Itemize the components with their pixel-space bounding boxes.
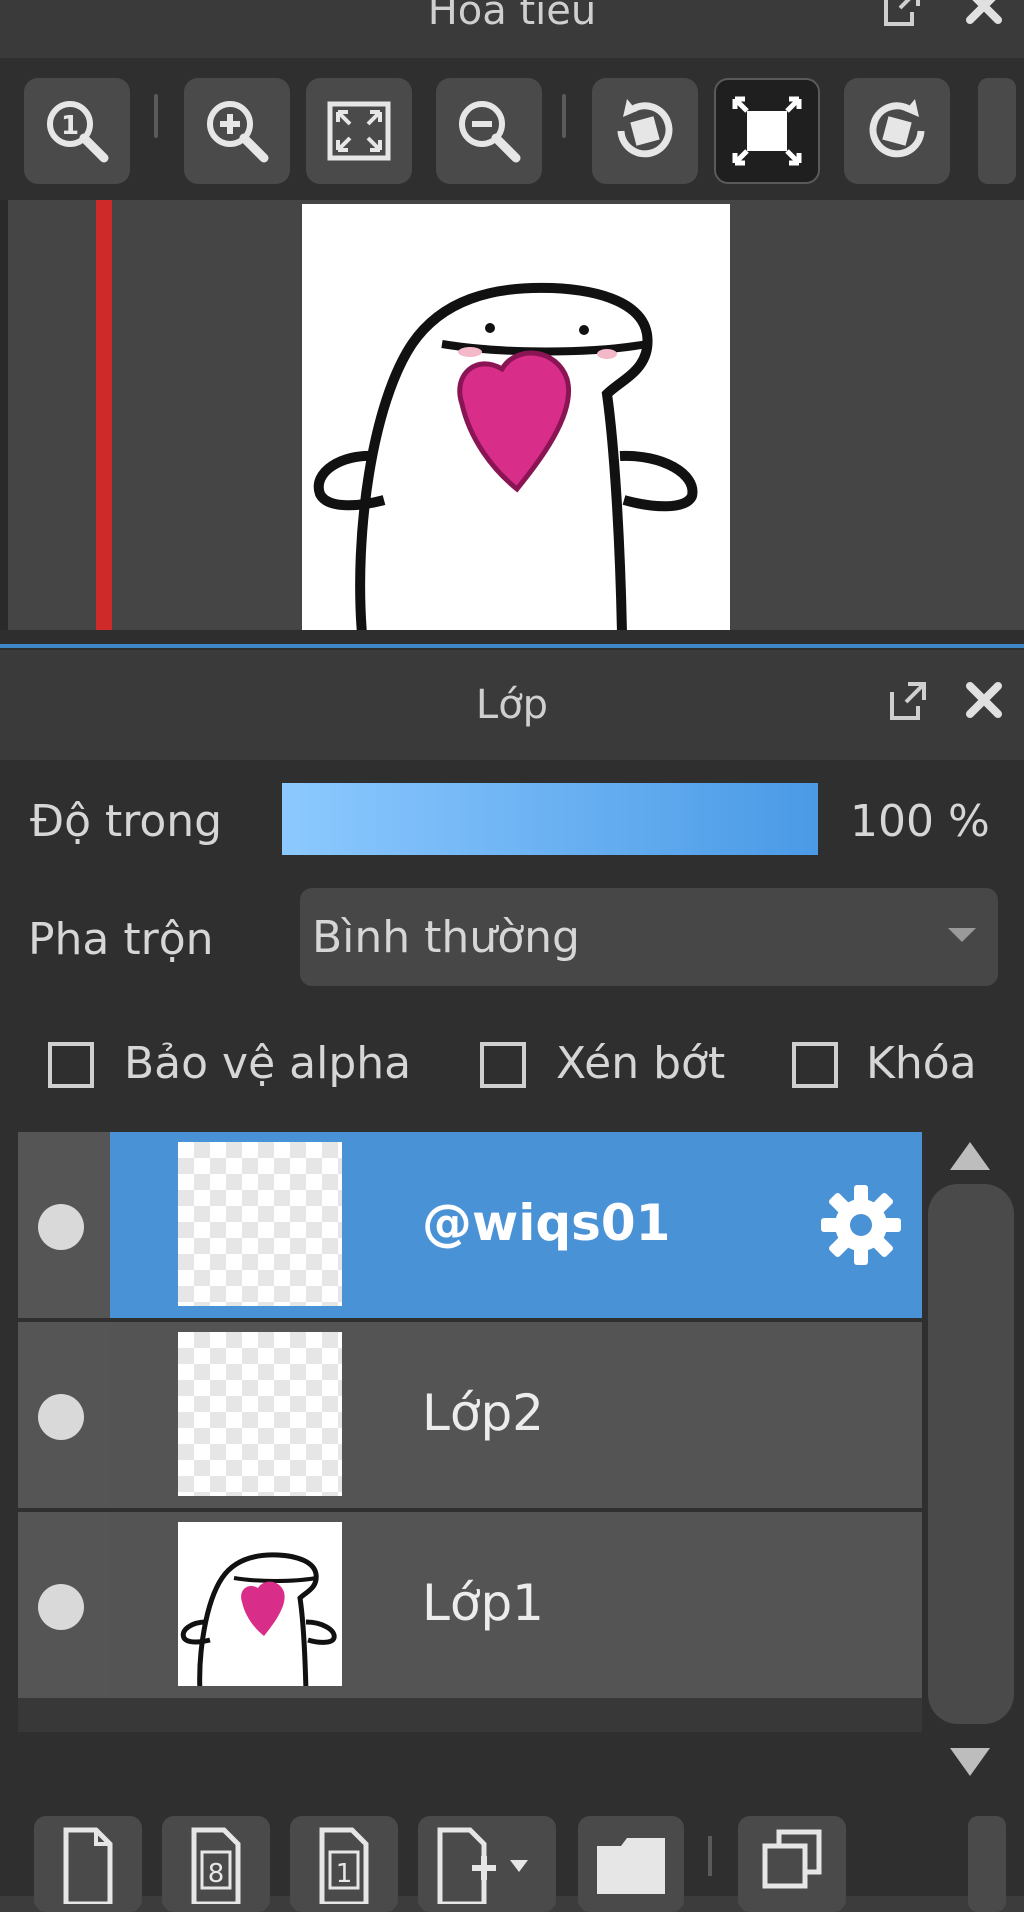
visibility-column: [18, 1132, 110, 1318]
opacity-value: 100 %: [850, 796, 990, 847]
new-layer-button[interactable]: [34, 1816, 142, 1912]
blend-mode-select[interactable]: Bình thường: [300, 888, 998, 986]
rotate-right-icon: [869, 99, 925, 158]
new-8bit-layer-button[interactable]: 8: [162, 1816, 270, 1912]
chevron-down-icon: [948, 928, 976, 942]
svg-text:8: 8: [208, 1859, 225, 1889]
rotate-left-icon: [617, 99, 673, 158]
visibility-column: [18, 1512, 110, 1698]
layers-header: Lớp: [0, 650, 1024, 760]
toolbar-separator: [562, 94, 566, 138]
actual-size-button[interactable]: 1: [24, 78, 130, 184]
new-folder-button[interactable]: [578, 1816, 684, 1912]
add-layer-icon: [437, 1827, 528, 1904]
layers-title: Lớp: [475, 682, 549, 728]
navigator-toolbar: 1: [0, 58, 1024, 200]
opacity-slider-fill: [282, 783, 818, 855]
new-page-icon: [63, 1827, 113, 1904]
scroll-up-icon[interactable]: [950, 1142, 990, 1170]
reset-rotation-button[interactable]: [714, 78, 820, 184]
layers-close-icon[interactable]: [962, 678, 1006, 722]
layers-bottom-toolbar: 8 1: [0, 1800, 1024, 1912]
layer-list: @wiqs01 Lớp2 Lớp1: [18, 1132, 922, 1732]
toolbar-separator: [708, 1836, 712, 1876]
toolbar-scroll-handle[interactable]: [978, 78, 1016, 184]
panel-divider-line: [0, 644, 1024, 648]
1bit-layer-icon: 1: [319, 1827, 369, 1904]
scrollbar-thumb[interactable]: [928, 1184, 1014, 1724]
blend-mode-value: Bình thường: [312, 912, 580, 963]
layer-thumbnail: [178, 1142, 342, 1306]
reset-rotation-icon: [732, 96, 802, 166]
visibility-toggle-icon[interactable]: [38, 1584, 84, 1630]
zoom-out-icon: [459, 101, 521, 163]
layer-thumbnail: [178, 1522, 342, 1686]
layer-row[interactable]: Lớp1: [18, 1512, 922, 1698]
visibility-toggle-icon[interactable]: [38, 1204, 84, 1250]
protect-alpha-label: Bảo vệ alpha: [124, 1038, 412, 1089]
layer-list-scrollbar[interactable]: [926, 1132, 1018, 1782]
layer-thumbnail: [178, 1332, 342, 1496]
8bit-layer-icon: 8: [191, 1827, 241, 1904]
zoom-actual-size-icon: 1: [47, 101, 109, 163]
duplicate-layer-button[interactable]: [738, 1816, 846, 1912]
layers-popout-icon[interactable]: [886, 678, 930, 722]
opacity-slider[interactable]: [282, 783, 818, 855]
layer-name: Lớp1: [422, 1574, 544, 1632]
folder-icon: [597, 1838, 665, 1894]
blend-mode-label: Pha trộn: [28, 914, 214, 965]
navigator-popout-icon[interactable]: [880, 0, 924, 28]
panel-divider[interactable]: [0, 630, 1024, 650]
duplicate-icon: [762, 1829, 822, 1889]
layer-name: @wiqs01: [422, 1194, 671, 1252]
add-layer-menu-button[interactable]: [418, 1816, 556, 1912]
navigator-title: Hoa tiêu: [427, 0, 597, 34]
layer-row[interactable]: Lớp2: [18, 1322, 922, 1508]
navigator-close-icon[interactable]: [962, 0, 1006, 28]
canvas-edge: [0, 200, 8, 630]
protect-alpha-checkbox[interactable]: [48, 1042, 94, 1088]
canvas-preview-image: [302, 204, 730, 630]
svg-text:1: 1: [61, 111, 79, 141]
clipping-label: Xén bớt: [556, 1038, 726, 1089]
toolbar-separator: [154, 94, 158, 138]
bottom-toolbar-scroll-handle[interactable]: [968, 1816, 1006, 1912]
visibility-column: [18, 1322, 110, 1508]
zoom-in-icon: [207, 101, 269, 163]
rotate-right-button[interactable]: [844, 78, 950, 184]
clipping-checkbox[interactable]: [480, 1042, 526, 1088]
fit-to-window-icon: [327, 101, 391, 161]
view-indicator-line: [96, 200, 112, 630]
navigator-header: Hoa tiêu: [0, 0, 1024, 58]
gear-icon[interactable]: [818, 1182, 904, 1268]
rotate-left-button[interactable]: [592, 78, 698, 184]
navigator-canvas[interactable]: [0, 200, 1024, 630]
layer-name: Lớp2: [422, 1384, 544, 1442]
visibility-toggle-icon[interactable]: [38, 1394, 84, 1440]
scroll-down-icon[interactable]: [950, 1748, 990, 1776]
lock-checkbox[interactable]: [792, 1042, 838, 1088]
new-1bit-layer-button[interactable]: 1: [290, 1816, 398, 1912]
zoom-out-button[interactable]: [436, 78, 542, 184]
layer-row[interactable]: @wiqs01: [18, 1132, 922, 1318]
lock-label: Khóa: [866, 1038, 977, 1089]
fit-to-window-button[interactable]: [306, 78, 412, 184]
opacity-label: Độ trong: [30, 796, 223, 847]
svg-text:1: 1: [336, 1859, 353, 1889]
zoom-in-button[interactable]: [184, 78, 290, 184]
